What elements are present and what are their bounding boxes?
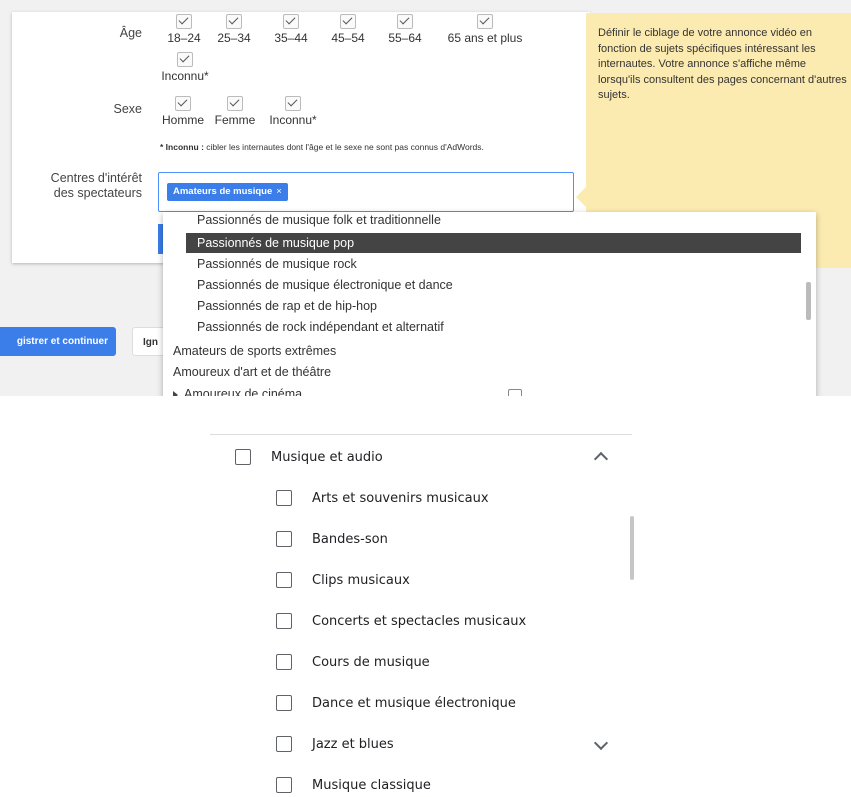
- dropdown-item[interactable]: Passionnés de rap et de hip-hop: [163, 296, 377, 316]
- dropdown-item-checkbox[interactable]: [508, 389, 522, 396]
- age-option-45-54[interactable]: 45–54: [326, 14, 370, 45]
- age-label: Âge: [119, 26, 142, 40]
- checkbox-icon[interactable]: [276, 490, 292, 506]
- dropdown-item-selected[interactable]: Passionnés de musique pop: [186, 233, 801, 253]
- category-label: Musique et audio: [271, 449, 383, 465]
- checkbox-checked-icon[interactable]: [397, 14, 413, 29]
- remove-chip-icon[interactable]: ×: [276, 186, 282, 197]
- sex-option-unknown[interactable]: Inconnu*: [265, 96, 321, 127]
- checkbox-icon[interactable]: [276, 531, 292, 547]
- chevron-up-icon[interactable]: [593, 451, 609, 467]
- sex-option-homme[interactable]: Homme: [159, 96, 207, 127]
- checkbox-checked-icon[interactable]: [285, 96, 301, 111]
- interests-dropdown: Passionnés de musique folk et traditionn…: [163, 212, 816, 396]
- category-label: Concerts et spectacles musicaux: [312, 613, 527, 629]
- category-child-row[interactable]: Cours de musique: [276, 650, 430, 674]
- age-option-55-64[interactable]: 55–64: [383, 14, 427, 45]
- checkbox-checked-icon[interactable]: [477, 14, 493, 29]
- dropdown-item[interactable]: Amateurs de sports extrêmes: [163, 341, 336, 361]
- category-child-row[interactable]: Musique classique: [276, 773, 431, 797]
- sex-option-femme[interactable]: Femme: [211, 96, 259, 127]
- interests-input[interactable]: Amateurs de musique ×: [158, 172, 574, 212]
- checkbox-checked-icon[interactable]: [177, 52, 193, 67]
- age-option-18-24[interactable]: 18–24: [162, 14, 206, 45]
- sex-label: Sexe: [113, 102, 143, 116]
- category-label: Arts et souvenirs musicaux: [312, 490, 489, 506]
- dropdown-item[interactable]: Passionnés de musique folk et traditionn…: [163, 212, 441, 230]
- age-option-25-34[interactable]: 25–34: [212, 14, 256, 45]
- category-child-row[interactable]: Jazz et blues: [276, 732, 394, 756]
- save-and-continue-button[interactable]: gistrer et continuer: [0, 327, 116, 356]
- list-scrollbar[interactable]: [630, 516, 634, 580]
- age-option-unknown[interactable]: Inconnu*: [159, 52, 211, 83]
- checkbox-checked-icon[interactable]: [226, 14, 242, 29]
- category-label: Dance et musique électronique: [312, 695, 516, 711]
- category-tree-screenshot: Musique et audio Arts et souvenirs music…: [0, 396, 851, 793]
- category-child-row[interactable]: Bandes-son: [276, 527, 388, 551]
- checkbox-icon[interactable]: [276, 654, 292, 670]
- checkbox-icon[interactable]: [235, 449, 251, 465]
- checkbox-checked-icon[interactable]: [175, 96, 191, 111]
- checkbox-checked-icon[interactable]: [227, 96, 243, 111]
- interest-chip: Amateurs de musique ×: [167, 183, 288, 201]
- checkbox-checked-icon[interactable]: [283, 14, 299, 29]
- category-label: Bandes-son: [312, 531, 388, 547]
- checkbox-icon[interactable]: [276, 613, 292, 629]
- category-label: Jazz et blues: [312, 736, 394, 752]
- category-parent-row[interactable]: Musique et audio: [235, 445, 383, 469]
- dropdown-scrollbar[interactable]: [806, 282, 811, 320]
- adwords-targeting-screenshot: Âge 18–24 25–34 35–44 45–54 55–64 65 ans…: [0, 0, 851, 396]
- dropdown-item-expandable[interactable]: Amoureux de cinéma: [163, 384, 302, 396]
- category-child-row[interactable]: Concerts et spectacles musicaux: [276, 609, 526, 633]
- checkbox-icon[interactable]: [276, 572, 292, 588]
- age-option-65-plus[interactable]: 65 ans et plus: [440, 14, 530, 45]
- dropdown-item[interactable]: Amoureux d'art et de théâtre: [163, 362, 331, 382]
- help-text: Définir le ciblage de votre annonce vidé…: [598, 27, 847, 101]
- category-child-row[interactable]: Arts et souvenirs musicaux: [276, 486, 489, 510]
- checkbox-icon[interactable]: [276, 695, 292, 711]
- category-label: Musique classique: [312, 777, 431, 793]
- age-option-35-44[interactable]: 35–44: [269, 14, 313, 45]
- category-child-row[interactable]: Dance et musique électronique: [276, 691, 516, 715]
- category-label: Clips musicaux: [312, 572, 410, 588]
- checkbox-checked-icon[interactable]: [176, 14, 192, 29]
- dropdown-item[interactable]: Passionnés de musique rock: [163, 254, 357, 274]
- category-child-row[interactable]: Clips musicaux: [276, 568, 410, 592]
- interests-label: Centres d'intérêt des spectateurs: [50, 171, 142, 200]
- checkbox-icon[interactable]: [276, 736, 292, 752]
- checkbox-checked-icon[interactable]: [340, 14, 356, 29]
- unknown-note: * Inconnu : cibler les internautes dont …: [160, 142, 484, 152]
- category-label: Cours de musique: [312, 654, 430, 670]
- chevron-down-icon[interactable]: [593, 735, 609, 751]
- checkbox-icon[interactable]: [276, 777, 292, 793]
- dropdown-item[interactable]: Passionnés de rock indépendant et altern…: [163, 317, 444, 337]
- divider: [210, 434, 632, 435]
- dropdown-item[interactable]: Passionnés de musique électronique et da…: [163, 275, 453, 295]
